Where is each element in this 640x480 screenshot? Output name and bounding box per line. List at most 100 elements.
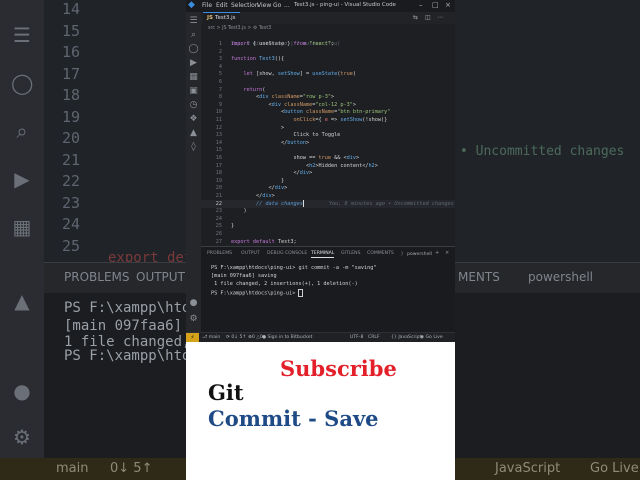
deploy-icon[interactable]: ▲ <box>188 128 199 139</box>
tab-problems[interactable]: PROBLEMS <box>207 251 232 256</box>
maximize-icon[interactable]: □ <box>432 1 439 9</box>
bg-status-branch: main <box>56 461 89 476</box>
bg-line-number: 15 <box>62 21 81 40</box>
code-token: show == <box>231 155 319 161</box>
code-token: "btn btn-primary" <box>337 109 391 116</box>
tab-comments[interactable]: COMMENTS <box>367 251 394 256</box>
code-token: export default <box>231 238 278 245</box>
code-token: button <box>287 139 306 146</box>
branch-name: main <box>208 335 221 340</box>
remote-explorer-icon[interactable]: ▣ <box>188 86 199 97</box>
menu-more[interactable]: ... <box>284 2 290 9</box>
code-token: < <box>231 109 285 116</box>
tab-debug-console[interactable]: DEBUG CONSOLE <box>267 251 307 256</box>
shell-selector[interactable]: 〉 powershell <box>401 251 432 257</box>
js-file-icon: JS <box>207 15 214 21</box>
code-token: div <box>274 185 285 192</box>
terminal-prompt[interactable]: PS F:\xampp\htdocs\ping-ui> <box>211 289 304 297</box>
tab-gitlens[interactable]: GITLENS <box>341 251 361 256</box>
blame-header: You, 8 minutes ago | 1 author (You) <box>201 32 455 47</box>
gear-icon[interactable]: ⚙ <box>188 314 199 325</box>
split-editor-icon[interactable]: ◫ <box>425 14 431 21</box>
error-count: 0 <box>251 335 255 340</box>
add-terminal-icon[interactable]: + <box>435 250 439 256</box>
line-code: export default Test3; <box>231 238 297 246</box>
close-icon[interactable]: × <box>445 1 451 9</box>
account-icon[interactable]: ● <box>188 298 199 309</box>
compare-icon[interactable]: ⇆ <box>413 14 418 21</box>
code-token: from <box>293 41 310 47</box>
run-debug-icon[interactable]: ▶ <box>188 58 199 69</box>
tab-label: Test3.js <box>215 15 236 21</box>
caption-line-1: Git <box>208 380 244 405</box>
menu-file[interactable]: File <box>202 2 212 9</box>
code-token: > <box>352 101 356 108</box>
status-problems[interactable]: ⊗0 △0 <box>248 335 263 340</box>
code-token: setShow <box>340 117 363 123</box>
code-token: You, 8 minutes ago • Uncommitted changes <box>303 200 454 207</box>
bg-status-golive: Go Live <box>590 461 639 476</box>
minimize-icon[interactable]: – <box>419 1 423 9</box>
code-token: { useState } <box>252 41 294 47</box>
language-name: JavaScript <box>398 335 422 340</box>
bg-activity-bar: ☰ ◯ ⌕ ▶ ▦ ▲ ● ⚙ <box>0 0 44 458</box>
branch-icon: ⎇ <box>202 335 208 340</box>
code-token: true <box>318 155 335 161</box>
bg-line-number: 24 <box>62 215 81 233</box>
menu-go[interactable]: Go <box>273 2 281 9</box>
tab-output[interactable]: OUTPUT <box>241 251 260 256</box>
bg-tab-problems: PROBLEMS <box>64 270 130 284</box>
bg-tab-shell: powershell <box>528 270 593 284</box>
status-language[interactable]: {} JavaScript <box>391 335 421 340</box>
shell-name: powershell <box>407 252 432 257</box>
bg-status-sync: 0↓ 5↑ <box>110 461 153 476</box>
close-panel-icon[interactable]: × <box>445 250 449 256</box>
code-token: let <box>231 71 256 78</box>
more-actions-icon[interactable]: ⋯ <box>437 14 443 21</box>
code-token: className <box>305 109 335 116</box>
code-token: < <box>231 101 272 108</box>
status-encoding[interactable]: UTF-8 <box>350 335 363 340</box>
tab-terminal[interactable]: TERMINAL <box>311 251 335 258</box>
extensions-icon[interactable]: ▦ <box>188 72 199 83</box>
status-sync[interactable]: ⟳ 0↓ 5↑ <box>226 335 246 340</box>
code-token: ) <box>231 208 247 215</box>
vscode-logo-icon: ◆ <box>188 0 195 10</box>
clock-icon[interactable]: ◷ <box>188 100 199 111</box>
search-icon[interactable]: ⌕ <box>188 30 199 41</box>
status-eol[interactable]: CRLF <box>368 335 380 340</box>
bg-explorer-icon: ☰ <box>13 23 31 47</box>
explorer-icon[interactable]: ☰ <box>188 16 199 27</box>
gitlens-icon[interactable]: ❖ <box>188 114 199 125</box>
status-branch[interactable]: ⎇ main <box>202 335 220 340</box>
test-icon[interactable]: ◊ <box>188 142 199 153</box>
bottom-panel: PROBLEMS OUTPUT DEBUG CONSOLE TERMINAL G… <box>201 246 455 333</box>
code-token: ] = <box>299 71 313 78</box>
status-signin[interactable]: ● Sign in to Bitbucket <box>262 335 312 340</box>
tab-test3[interactable]: JS Test3.js <box>203 12 240 25</box>
code-token: onClick <box>231 117 316 123</box>
bg-line-number: 19 <box>62 107 81 126</box>
code-token: button <box>284 109 306 116</box>
terminal-prompt-text: PS F:\xampp\htdocs\ping-ui> <box>211 290 299 297</box>
bg-search-icon: ⌕ <box>16 119 28 143</box>
editor-tabs: JS Test3.js ⇆ ◫ ⋯ <box>201 12 455 25</box>
activity-bar: ☰ ⌕ ◯ ▶ ▦ ▣ ◷ ❖ ▲ ◊ ● ⚙ <box>186 12 201 332</box>
code-token: => <box>327 117 341 123</box>
code-token: div <box>346 155 356 161</box>
code-token: true <box>340 71 353 78</box>
account-icon: ● <box>262 335 267 340</box>
code-token: } <box>231 223 235 230</box>
code-editor[interactable]: You, 8 minutes ago | 1 author (You) 1 imp… <box>201 32 455 245</box>
source-control-icon[interactable]: ◯ <box>188 44 199 55</box>
code-token: "react"; <box>309 41 335 47</box>
code-token: < <box>231 94 260 101</box>
status-golive[interactable]: ◉ Go Live <box>420 335 443 340</box>
menu-view[interactable]: View <box>257 2 271 9</box>
bg-line-number: 23 <box>62 193 81 212</box>
menu-edit[interactable]: Edit <box>216 2 228 9</box>
remote-warning-icon[interactable]: ⚡ <box>186 333 199 342</box>
breadcrumb[interactable]: src > JS Test3.js > ⚙ Test3 <box>208 26 271 31</box>
menu-selection[interactable]: Selection <box>231 2 259 9</box>
bg-account-icon: ● <box>13 379 31 403</box>
